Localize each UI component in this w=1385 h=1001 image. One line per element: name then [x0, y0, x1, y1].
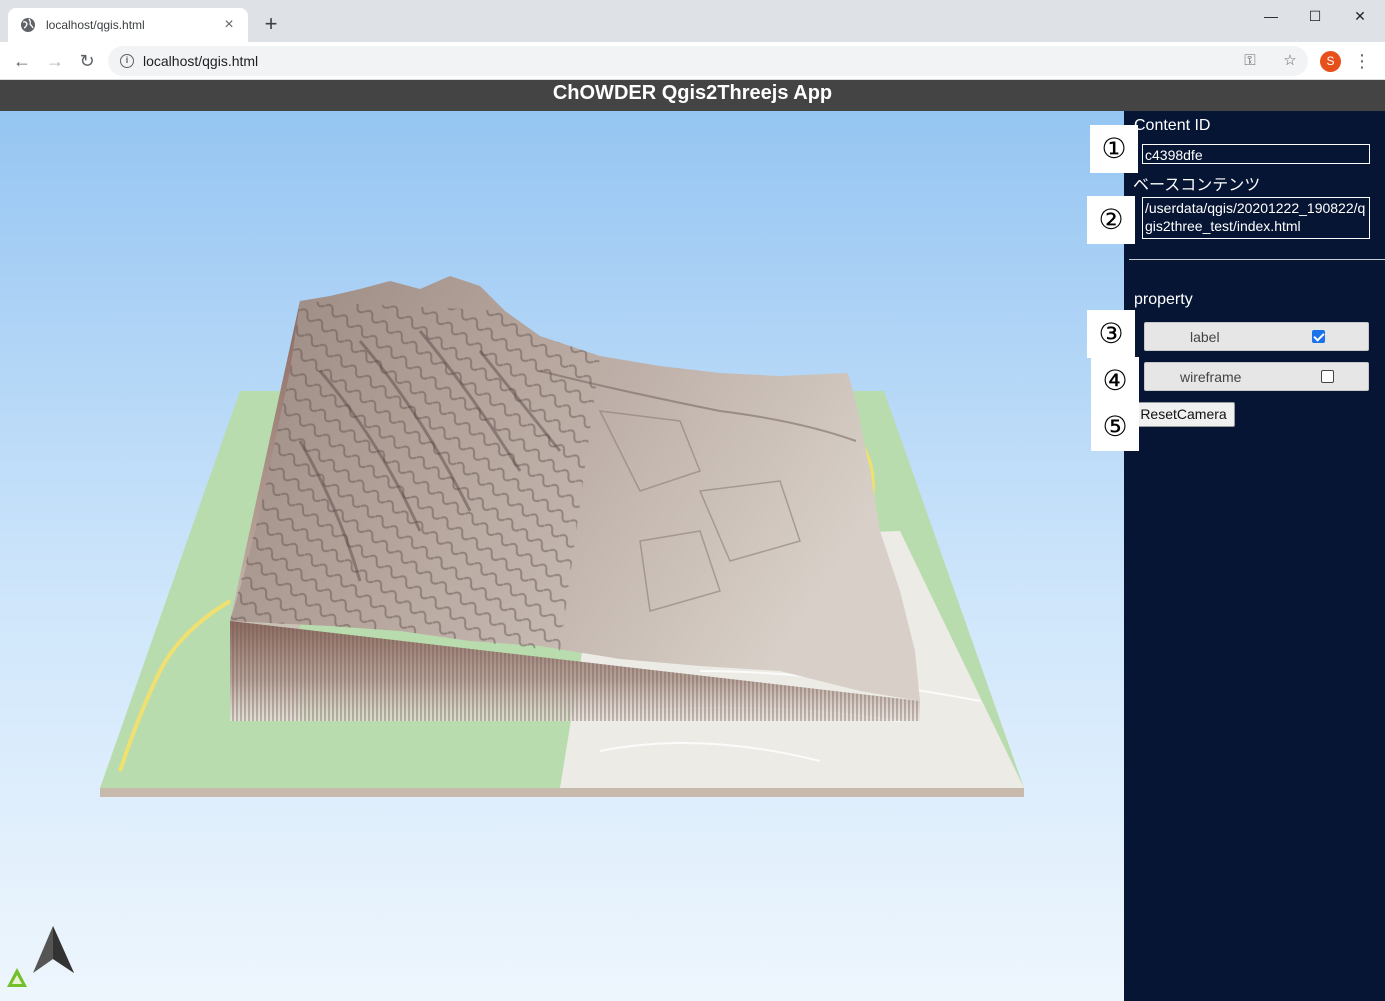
3d-viewport[interactable] — [0, 111, 1124, 1001]
back-icon[interactable]: ← — [11, 50, 33, 72]
reload-icon[interactable]: ↻ — [76, 50, 98, 72]
key-icon[interactable]: ⚿ — [1240, 51, 1260, 71]
base-content-input[interactable]: /userdata/qgis/20201222_190822/qgis2thre… — [1142, 197, 1370, 239]
content-id-input[interactable]: c4398dfe — [1142, 144, 1370, 164]
new-tab-button[interactable]: + — [260, 13, 282, 35]
wireframe-property-name: wireframe — [1180, 369, 1242, 385]
url-text[interactable]: localhost/qgis.html — [143, 53, 258, 69]
minimize-button[interactable]: — — [1248, 6, 1294, 26]
content-id-label: Content ID — [1134, 117, 1211, 134]
side-panel: Content ID c4398dfe ベースコンテンツ /userdata/q… — [1124, 111, 1385, 1001]
forward-icon[interactable]: → — [44, 50, 66, 72]
label-checkbox[interactable] — [1312, 330, 1325, 343]
browser-toolbar: ← → ↻ i localhost/qgis.html ⚿ ☆ S ⋮ — [0, 42, 1385, 80]
maximize-button[interactable]: ☐ — [1292, 6, 1338, 26]
globe-icon — [21, 18, 35, 32]
base-content-label: ベースコンテンツ — [1133, 177, 1261, 194]
close-window-button[interactable]: ✕ — [1337, 6, 1383, 26]
reset-camera-button[interactable]: ResetCamera — [1132, 402, 1235, 427]
label-property-name: label — [1190, 329, 1220, 345]
annotation-marker-5: ⑤ — [1091, 403, 1139, 451]
star-icon[interactable]: ☆ — [1280, 51, 1300, 71]
tab-title: localhost/qgis.html — [46, 18, 145, 32]
annotation-marker-3: ③ — [1087, 310, 1135, 358]
annotation-marker-4: ④ — [1091, 357, 1139, 405]
browser-tabstrip: localhost/qgis.html × + — ☐ ✕ — [0, 0, 1385, 42]
annotation-marker-2: ② — [1087, 196, 1135, 244]
wireframe-checkbox[interactable] — [1321, 370, 1334, 383]
menu-icon[interactable]: ⋮ — [1352, 50, 1372, 72]
address-bar[interactable]: i localhost/qgis.html ⚿ ☆ — [108, 46, 1308, 76]
label-property-row[interactable]: label — [1144, 322, 1369, 351]
panel-divider — [1129, 259, 1385, 260]
info-icon[interactable]: i — [120, 54, 134, 68]
profile-avatar[interactable]: S — [1320, 51, 1341, 72]
terrain-scene[interactable] — [0, 111, 1124, 1001]
browser-tab[interactable]: localhost/qgis.html × — [8, 8, 248, 42]
app-title: ChOWDER Qgis2Threejs App — [0, 80, 1385, 111]
property-label: property — [1134, 291, 1193, 308]
wireframe-property-row[interactable]: wireframe — [1144, 362, 1369, 391]
annotation-marker-1: ① — [1090, 125, 1138, 173]
close-tab-icon[interactable]: × — [220, 16, 238, 34]
